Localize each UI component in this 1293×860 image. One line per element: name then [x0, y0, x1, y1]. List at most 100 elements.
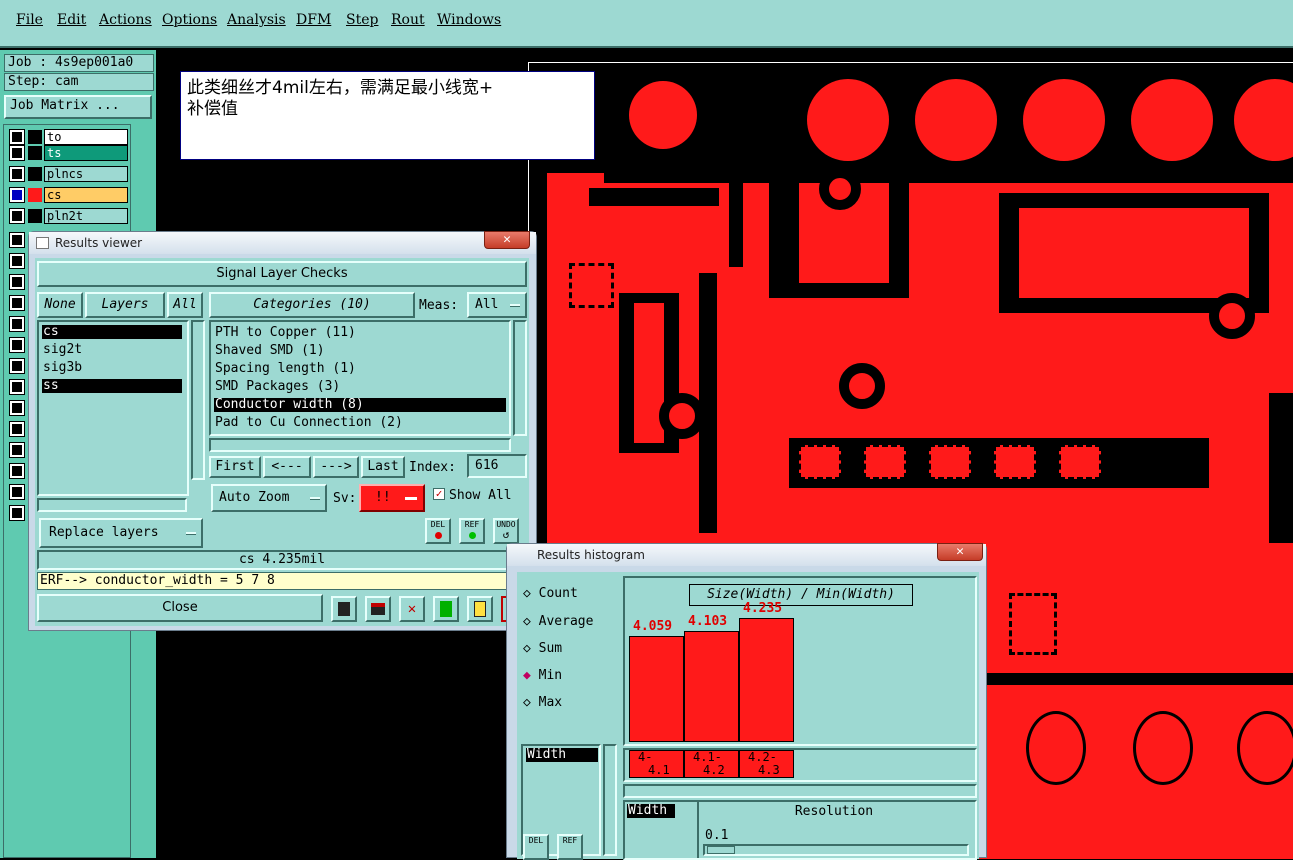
undo-button[interactable]: UNDO ↺: [493, 518, 519, 544]
option-count[interactable]: ◇ Count: [523, 586, 578, 601]
histogram-hscroll[interactable]: [623, 784, 977, 798]
categories-hscroll[interactable]: [209, 438, 511, 452]
meas-dropdown[interactable]: All: [467, 292, 527, 318]
close-window-button[interactable]: ✕: [937, 543, 983, 561]
layer-checkbox[interactable]: [9, 129, 25, 145]
keyboard-icon[interactable]: [331, 596, 357, 622]
menu-edit[interactable]: Edit: [57, 12, 86, 28]
layer-row-to[interactable]: to: [9, 129, 128, 146]
layer-results-list[interactable]: cs sig2t sig3b ss: [37, 320, 189, 496]
job-matrix-button[interactable]: Job Matrix ...: [4, 95, 152, 119]
index-input[interactable]: 616: [467, 454, 527, 478]
resolution-label: Resolution: [794, 804, 874, 819]
list-item[interactable]: ss: [42, 379, 182, 393]
histogram-body: ◇ Count ◇ Average ◇ Sum ◆ Min ◇ Max Widt…: [517, 572, 979, 860]
bar-category-label: 4- 4.1: [629, 750, 684, 778]
status-line: cs 4.235mil: [37, 550, 527, 570]
severity-dropdown[interactable]: !!: [359, 484, 425, 512]
layer-row-cs[interactable]: cs: [9, 187, 128, 204]
histogram-bar[interactable]: [739, 618, 794, 742]
close-window-button[interactable]: ✕: [484, 231, 530, 249]
menu-step[interactable]: Step: [346, 12, 378, 28]
layer-checkbox[interactable]: [9, 316, 25, 332]
via: [1209, 293, 1255, 339]
print-icon[interactable]: [365, 596, 391, 622]
layer-checkbox[interactable]: [9, 505, 25, 521]
last-button[interactable]: Last: [361, 456, 405, 478]
close-button[interactable]: Close: [37, 594, 323, 622]
category-item[interactable]: SMD Packages (3): [214, 380, 340, 394]
smd-pad: [864, 445, 906, 479]
histogram-bar[interactable]: [629, 635, 684, 742]
reference-button[interactable]: REF: [459, 518, 485, 544]
sort-icon[interactable]: [433, 596, 459, 622]
layer-checkbox[interactable]: [9, 484, 25, 500]
layer-row-pln2t[interactable]: pln2t: [9, 208, 128, 225]
category-item[interactable]: PTH to Copper (11): [214, 326, 356, 340]
notes-icon[interactable]: [467, 596, 493, 622]
layer-row-ts[interactable]: ts: [9, 145, 128, 162]
auto-zoom-dropdown[interactable]: Auto Zoom: [211, 484, 327, 512]
menu-options[interactable]: Options: [162, 12, 217, 28]
histogram-bar[interactable]: [684, 631, 739, 742]
layer-checkbox[interactable]: [9, 379, 25, 395]
layer-checkbox[interactable]: [9, 463, 25, 479]
layer-checkbox[interactable]: [9, 358, 25, 374]
list-item[interactable]: sig2t: [42, 343, 82, 357]
reference-button[interactable]: REF: [557, 834, 583, 860]
replace-layers-dropdown[interactable]: Replace layers: [39, 518, 203, 548]
layer-checkbox[interactable]: [9, 421, 25, 437]
option-sum[interactable]: ◇ Sum: [523, 641, 562, 656]
category-item[interactable]: Spacing length (1): [214, 362, 356, 376]
categories-button[interactable]: Categories (10): [209, 292, 415, 318]
show-all-checkbox[interactable]: ✓: [433, 488, 445, 500]
resolution-slider[interactable]: [703, 844, 969, 856]
layer-checkbox[interactable]: [9, 232, 25, 248]
layer-list-vscroll[interactable]: [191, 320, 205, 480]
measure-list-vscroll[interactable]: [603, 744, 617, 856]
next-button[interactable]: --->: [313, 456, 359, 478]
menu-file[interactable]: File: [16, 12, 43, 28]
categories-list[interactable]: PTH to Copper (11) Shaved SMD (1) Spacin…: [209, 320, 511, 436]
categories-vscroll[interactable]: [513, 320, 527, 436]
layer-checkbox[interactable]: [9, 145, 25, 161]
layers-button[interactable]: Layers: [85, 292, 165, 318]
option-average[interactable]: ◇ Average: [523, 614, 593, 629]
none-button[interactable]: None: [37, 292, 83, 318]
menu-analysis[interactable]: Analysis: [227, 12, 286, 28]
delete-button[interactable]: DEL: [523, 834, 549, 860]
option-max[interactable]: ◇ Max: [523, 695, 562, 710]
signal-layer-checks-header[interactable]: Signal Layer Checks: [37, 261, 527, 287]
layer-checkbox[interactable]: [9, 208, 25, 224]
layer-list-hscroll[interactable]: [37, 498, 187, 512]
category-item[interactable]: Pad to Cu Connection (2): [214, 416, 403, 430]
all-button[interactable]: All: [167, 292, 203, 318]
option-label: Average: [538, 614, 594, 629]
previous-button[interactable]: <---: [263, 456, 311, 478]
delete-button[interactable]: DEL: [425, 518, 451, 544]
category-item[interactable]: Conductor width (8): [214, 398, 506, 412]
layer-checkbox[interactable]: [9, 253, 25, 269]
list-item[interactable]: Width: [526, 748, 598, 762]
menu-actions[interactable]: Actions: [99, 12, 152, 28]
list-item[interactable]: sig3b: [42, 361, 82, 375]
layer-checkbox[interactable]: [9, 442, 25, 458]
list-item[interactable]: cs: [42, 325, 182, 339]
menu-dfm[interactable]: DFM: [296, 12, 331, 28]
first-button[interactable]: First: [209, 456, 261, 478]
layer-checkbox[interactable]: [9, 166, 25, 182]
report-icon[interactable]: ✕: [399, 596, 425, 622]
layer-row-plncs[interactable]: plncs: [9, 166, 128, 183]
menu-rout[interactable]: Rout: [391, 12, 425, 28]
histogram-titlebar[interactable]: Results histogram: [507, 544, 986, 566]
layer-checkbox[interactable]: [9, 295, 25, 311]
layer-checkbox[interactable]: [9, 337, 25, 353]
results-viewer-titlebar[interactable]: Results viewer: [29, 232, 536, 254]
option-min[interactable]: ◆ Min: [523, 668, 562, 683]
layer-checkbox[interactable]: [9, 187, 25, 203]
menu-windows[interactable]: Windows: [437, 12, 501, 28]
layer-checkbox[interactable]: [9, 400, 25, 416]
layer-checkbox[interactable]: [9, 274, 25, 290]
slider-handle[interactable]: [707, 846, 735, 854]
category-item[interactable]: Shaved SMD (1): [214, 344, 325, 358]
